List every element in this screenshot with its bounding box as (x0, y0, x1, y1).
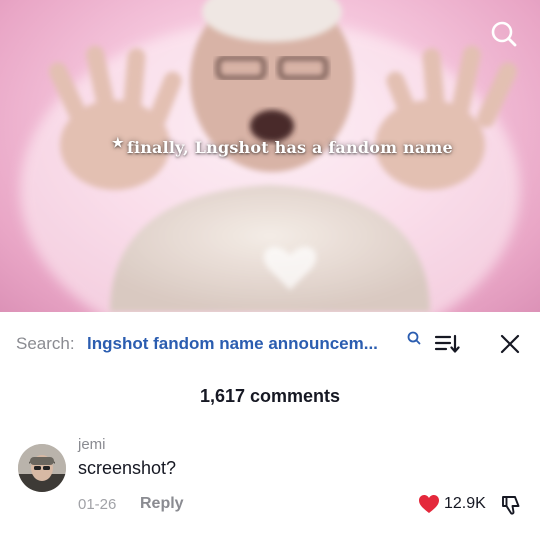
search-query-link[interactable]: lngshot fandom name announcem... (87, 334, 378, 354)
reply-button[interactable]: Reply (140, 495, 184, 513)
video-caption: ★ finally, Lngshot has a fandom name (112, 136, 453, 157)
video-caption-text: finally, Lngshot has a fandom name (126, 138, 453, 157)
avatar-image (18, 444, 66, 492)
comment-item[interactable]: jemi screenshot? 01-26 Reply 12.9K (0, 434, 540, 534)
comment-date: 01-26 (78, 496, 117, 513)
dislike-icon[interactable] (500, 494, 522, 516)
comment-text: screenshot? (78, 458, 177, 478)
search-icon (491, 21, 517, 47)
comments-sheet: Search: lngshot fandom name announcem...… (0, 312, 540, 539)
sparkle-icon: ★ (112, 136, 124, 151)
video-search-button[interactable] (486, 16, 522, 52)
comment-username[interactable]: jemi (78, 436, 106, 453)
avatar[interactable] (18, 444, 66, 492)
close-icon[interactable] (498, 332, 522, 356)
search-icon (407, 331, 421, 345)
video-player[interactable]: ★ finally, Lngshot has a fandom name (0, 0, 540, 312)
comment-search-row[interactable]: Search: lngshot fandom name announcem... (0, 330, 540, 356)
search-label: Search: (16, 334, 75, 353)
sort-icon[interactable] (434, 332, 460, 356)
comment-count: 1,617 comments (199, 386, 341, 406)
like-count: 12.9K (444, 495, 486, 512)
heart-icon (419, 495, 439, 513)
